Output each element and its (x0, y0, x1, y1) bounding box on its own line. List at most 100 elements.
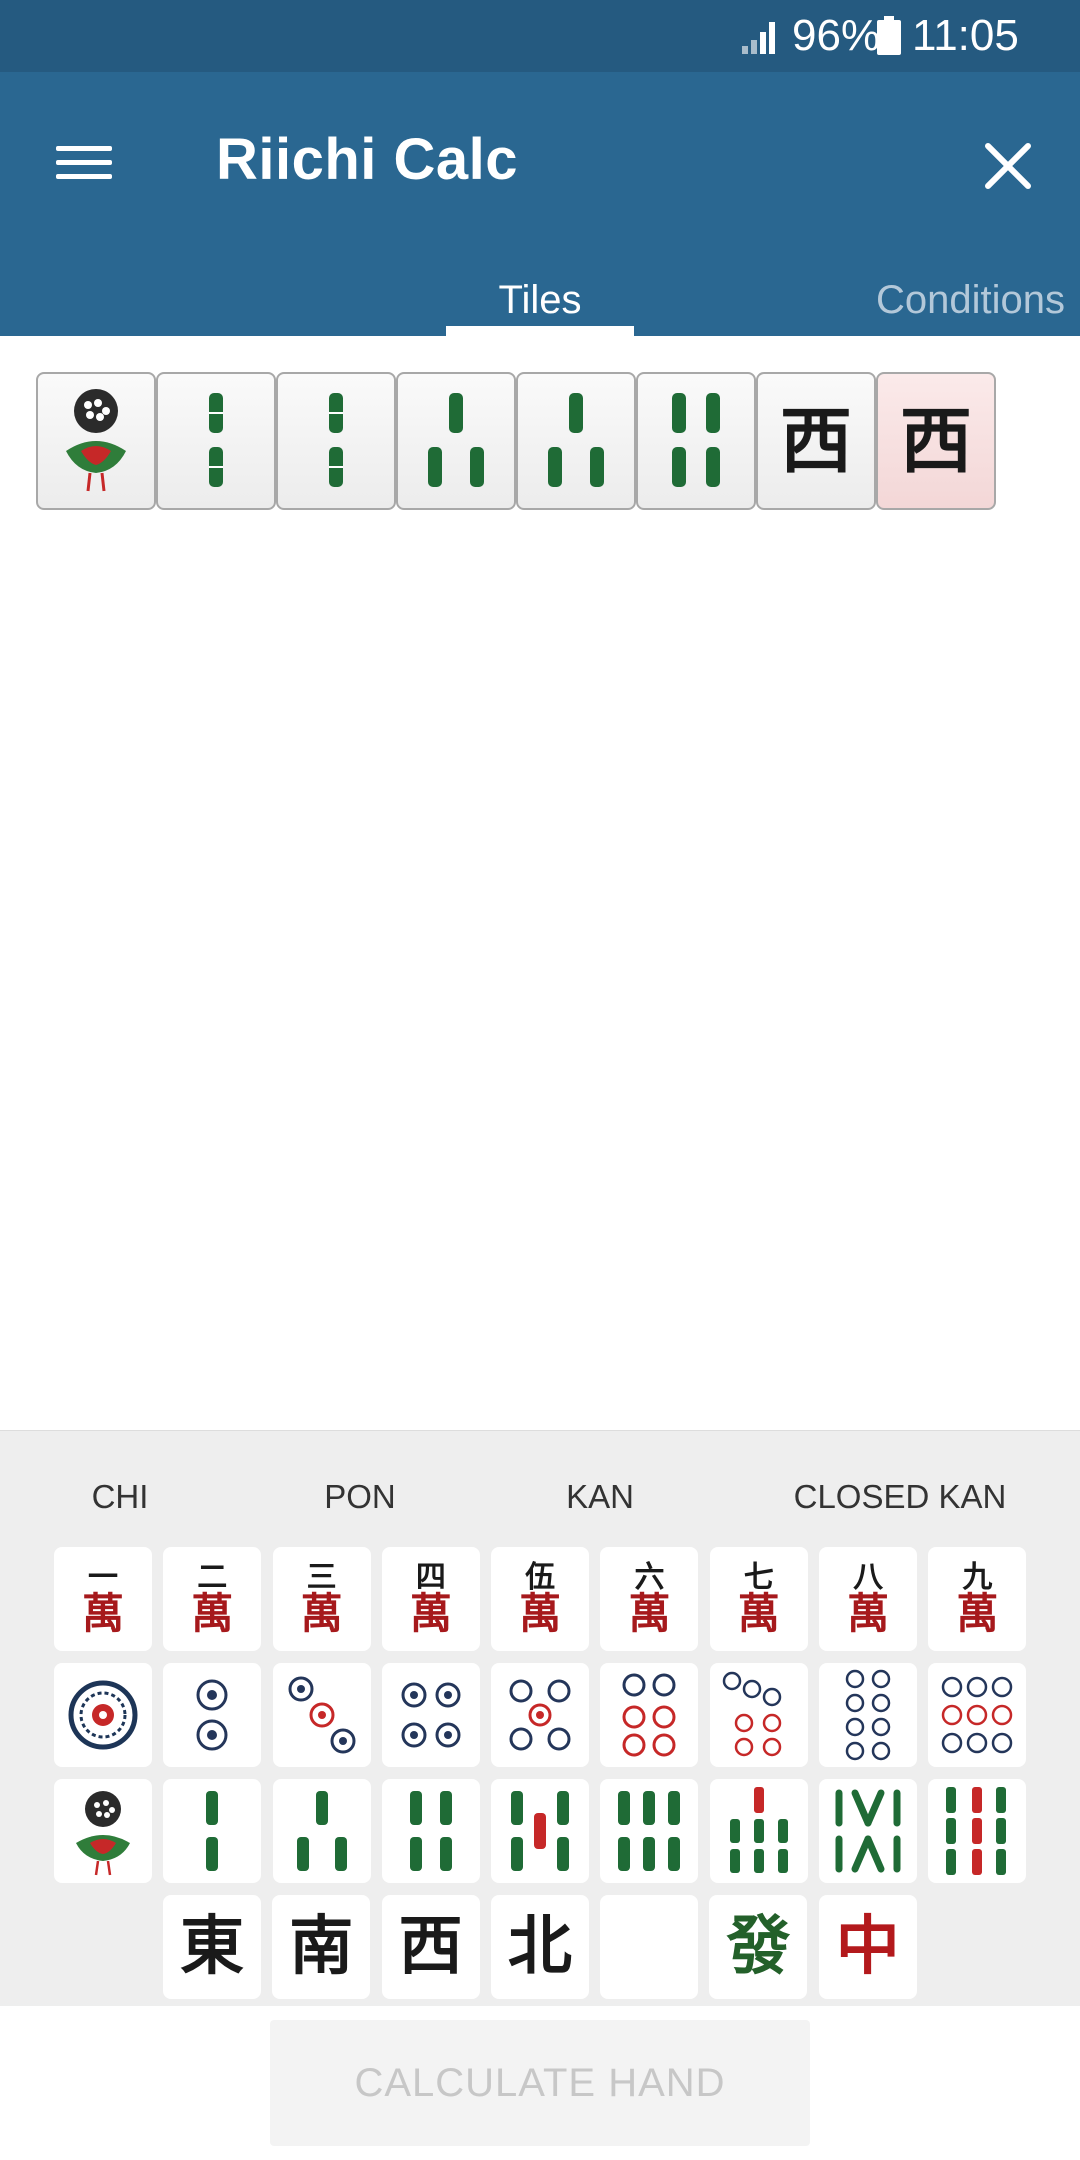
pin-8-icon (845, 1669, 891, 1761)
status-bar: 96% 11:05 (0, 0, 1080, 72)
bottom-bar: CALCULATE HAND (0, 2006, 1080, 2160)
west-wind-icon: 西 (779, 398, 852, 483)
app-title: Riichi Calc (216, 127, 519, 192)
pin-4-tile[interactable] (381, 1663, 480, 1767)
green-dragon-icon: 發 (726, 1909, 791, 1984)
pin-3-icon (288, 1676, 356, 1754)
sou-7-tile[interactable] (709, 1779, 808, 1883)
sou-2-icon (206, 1791, 219, 1871)
man-6-tile[interactable]: 六萬 (600, 1547, 699, 1651)
hand-tile-3-sou[interactable] (516, 372, 636, 510)
man-char: 萬 (191, 1589, 234, 1638)
pin-5-tile[interactable] (491, 1663, 590, 1767)
man-char: 萬 (628, 1589, 671, 1638)
red-dragon-icon: 中 (835, 1909, 900, 1984)
honors-row: 東 南 西 北 發 中 (163, 1895, 928, 1999)
menu-button[interactable] (40, 122, 120, 202)
sou-8-icon (835, 1789, 901, 1873)
hand-tile-2-sou[interactable] (156, 372, 276, 510)
pin-7-tile[interactable] (709, 1663, 808, 1767)
pin-row (54, 1663, 1038, 1767)
pin-1-icon (68, 1680, 138, 1750)
man-7-tile[interactable]: 七萬 (709, 1547, 808, 1651)
pin-9-tile[interactable] (928, 1663, 1027, 1767)
closed-kan-button[interactable]: CLOSED KAN (770, 1467, 1030, 1527)
tile-picker: CHI PON KAN CLOSED KAN 一萬 二萬 三萬 四萬 伍萬 六萬… (0, 1430, 1080, 2006)
man-4-tile[interactable]: 四萬 (381, 1547, 480, 1651)
man-2-tile[interactable]: 二萬 (163, 1547, 262, 1651)
man-char: 萬 (956, 1589, 999, 1638)
tab-conditions[interactable]: Conditions (850, 264, 1080, 336)
green-dragon-tile[interactable]: 發 (709, 1895, 808, 1999)
east-wind-tile[interactable]: 東 (163, 1895, 261, 1999)
sou-bird-icon (76, 1791, 130, 1876)
sou-bird-icon (66, 389, 126, 492)
white-dragon-tile[interactable] (600, 1895, 699, 1999)
south-wind-tile[interactable]: 南 (272, 1895, 371, 1999)
north-wind-tile[interactable]: 北 (490, 1895, 589, 1999)
sou-1-tile[interactable] (54, 1779, 152, 1883)
man-char: 萬 (519, 1589, 562, 1638)
chi-button[interactable]: CHI (60, 1467, 180, 1527)
pon-button[interactable]: PON (300, 1467, 420, 1527)
pin-3-tile[interactable] (272, 1663, 371, 1767)
tab-indicator (446, 326, 634, 336)
man-9-tile[interactable]: 九萬 (928, 1547, 1027, 1651)
east-wind-icon: 東 (180, 1909, 244, 1984)
man-8-tile[interactable]: 八萬 (819, 1547, 918, 1651)
kan-button[interactable]: KAN (540, 1467, 660, 1527)
sou-9-tile[interactable] (928, 1779, 1027, 1883)
clock: 11:05 (912, 11, 1019, 60)
sou-3-tile[interactable] (272, 1779, 371, 1883)
sou-5-tile[interactable] (491, 1779, 590, 1883)
pin-6-tile[interactable] (600, 1663, 699, 1767)
man-char: 萬 (847, 1589, 890, 1638)
sou-row (54, 1779, 1038, 1883)
man-3-tile[interactable]: 三萬 (272, 1547, 371, 1651)
hand-tile-4-sou[interactable] (636, 372, 756, 510)
signal-icon (742, 22, 775, 54)
man-5-tile[interactable]: 伍萬 (491, 1547, 590, 1651)
sou-2-tile[interactable] (163, 1779, 262, 1883)
hand-tile-3-sou[interactable] (396, 372, 516, 510)
man-char: 萬 (300, 1589, 343, 1638)
app-bar: Riichi Calc Tiles Conditions (0, 72, 1080, 336)
hand: 西 西 (36, 372, 996, 510)
south-wind-icon: 南 (289, 1909, 354, 1984)
sou-2-icon (329, 393, 343, 487)
close-icon (985, 143, 1031, 189)
hand-tile-west-selected[interactable]: 西 (876, 372, 996, 510)
sou-8-tile[interactable] (819, 1779, 918, 1883)
pin-5-icon (509, 1679, 571, 1751)
calculate-hand-button[interactable]: CALCULATE HAND (270, 2020, 810, 2146)
sou-4-icon (672, 393, 720, 487)
man-char: 萬 (737, 1589, 780, 1638)
sou-4-tile[interactable] (381, 1779, 480, 1883)
man-char: 萬 (81, 1589, 124, 1638)
west-wind-tile[interactable]: 西 (381, 1895, 480, 1999)
man-1-tile[interactable]: 一萬 (54, 1547, 152, 1651)
sou-5-icon (511, 1791, 570, 1871)
pin-8-tile[interactable] (819, 1663, 918, 1767)
battery-icon (877, 16, 901, 55)
pin-2-tile[interactable] (163, 1663, 262, 1767)
north-wind-icon: 北 (507, 1909, 572, 1984)
hand-tile-2-sou[interactable] (276, 372, 396, 510)
sou-6-icon (618, 1791, 681, 1871)
hand-tile-1-sou[interactable] (36, 372, 156, 510)
west-wind-icon: 西 (899, 398, 972, 483)
sou-9-icon (946, 1787, 1007, 1875)
hand-tile-west[interactable]: 西 (756, 372, 876, 510)
close-button[interactable] (968, 126, 1048, 206)
man-row: 一萬 二萬 三萬 四萬 伍萬 六萬 七萬 八萬 九萬 (54, 1547, 1038, 1651)
sou-2-icon (209, 393, 223, 487)
pin-1-tile[interactable] (54, 1663, 152, 1767)
pin-9-icon (942, 1676, 1013, 1754)
sou-7-icon (729, 1787, 788, 1873)
red-dragon-tile[interactable]: 中 (818, 1895, 917, 1999)
sou-6-tile[interactable] (600, 1779, 699, 1883)
man-char: 萬 (409, 1589, 452, 1638)
pin-7-icon (722, 1671, 782, 1757)
west-wind-icon: 西 (398, 1909, 463, 1984)
sou-3-icon (428, 393, 484, 487)
